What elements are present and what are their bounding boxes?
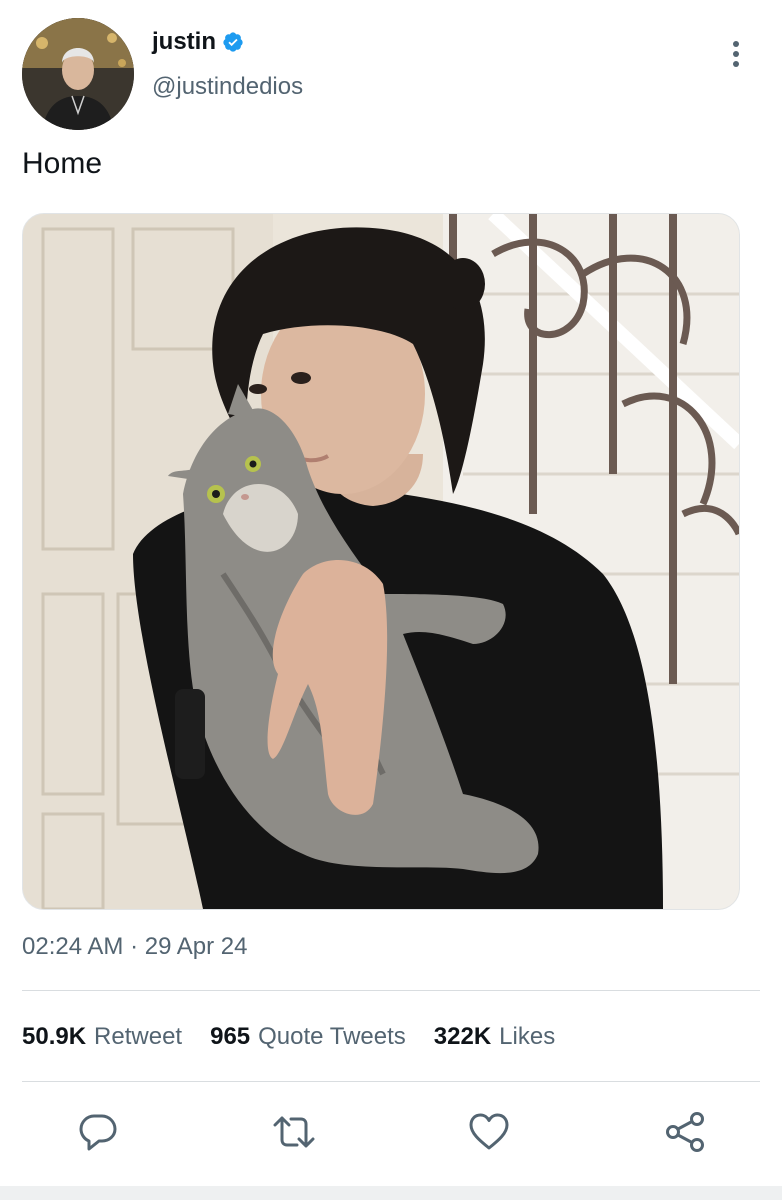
likes-label: Likes [499, 1023, 556, 1050]
photo-image [23, 214, 739, 909]
author-display-name[interactable]: justin [152, 28, 244, 56]
avatar[interactable] [22, 18, 134, 130]
author-handle[interactable]: @justindedios [152, 73, 303, 101]
like-button[interactable] [465, 1108, 513, 1156]
quotes-label: Quote Tweets [258, 1023, 406, 1050]
likes-count: 322K [433, 1023, 492, 1050]
reply-icon [79, 1114, 117, 1151]
retweets-stat[interactable]: 50.9K Retweet [22, 1023, 182, 1051]
display-name-text[interactable]: justin [152, 28, 216, 56]
more-vertical-icon[interactable] [724, 36, 748, 76]
verified-badge-icon [222, 31, 244, 53]
tweet-stats: 50.9K Retweet 965 Quote Tweets 322K Likes [22, 1023, 555, 1051]
avatar-image [22, 18, 134, 130]
retweets-label: Retweet [94, 1023, 183, 1050]
quotes-stat[interactable]: 965 Quote Tweets [210, 1023, 406, 1051]
tweet-actions [0, 1108, 782, 1158]
likes-stat[interactable]: 322K Likes [434, 1023, 555, 1051]
tweet-photo[interactable] [22, 213, 740, 910]
divider [22, 1081, 760, 1082]
divider [22, 990, 760, 991]
heart-icon [469, 1113, 509, 1150]
tweet-timestamp[interactable]: 02:24 AM · 29 Apr 24 [22, 933, 247, 961]
tweet-detail: justin @justindedios Home 02:24 AM · 29 … [0, 0, 782, 1200]
retweets-count: 50.9K [22, 1023, 87, 1050]
quotes-count: 965 [210, 1023, 251, 1050]
retweet-icon [273, 1116, 315, 1148]
bottom-edge [0, 1186, 782, 1200]
share-icon [666, 1112, 704, 1152]
tweet-text: Home [22, 147, 103, 180]
retweet-button[interactable] [270, 1108, 318, 1156]
share-button[interactable] [661, 1108, 709, 1156]
reply-button[interactable] [74, 1108, 122, 1156]
